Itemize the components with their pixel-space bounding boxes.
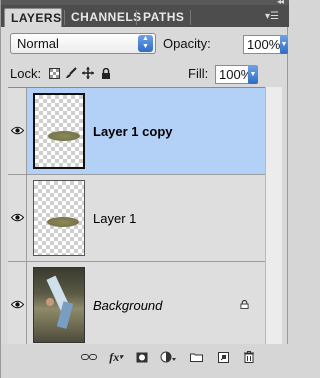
visibility-toggle[interactable] (8, 88, 27, 174)
opacity-label: Opacity: (163, 36, 211, 51)
lock-all-icon[interactable] (100, 67, 112, 79)
fill-field[interactable]: 100% (215, 65, 252, 84)
fx-icon[interactable]: fx ▾ (107, 350, 125, 364)
tab-channels[interactable]: CHANNELS (65, 8, 141, 27)
tab-divider (190, 10, 191, 25)
layer-thumbnail (33, 267, 85, 343)
visibility-toggle[interactable] (8, 175, 27, 261)
layer-lock-icon (240, 300, 249, 309)
blend-mode-value: Normal (17, 36, 59, 51)
layer-content-preview (47, 217, 79, 227)
layers-panel: ◂◂ LAYERS CHANNELS PATHS ▾☰ Normal ▲ ▼ Op… (0, 0, 289, 378)
lock-transparent-pixels-icon[interactable] (48, 67, 60, 79)
layer-name[interactable]: Background (93, 298, 162, 313)
visibility-toggle[interactable] (8, 262, 27, 344)
blend-mode-select[interactable]: Normal ▲ ▼ (10, 33, 156, 54)
blend-mode-stepper-icon[interactable]: ▲ ▼ (138, 35, 153, 52)
layer-name[interactable]: Layer 1 (93, 211, 136, 226)
delete-layer-icon[interactable] (243, 350, 255, 364)
fill-label: Fill: (188, 66, 209, 81)
tab-paths[interactable]: PATHS (137, 8, 189, 27)
link-layers-icon[interactable] (81, 350, 97, 364)
eye-icon (11, 300, 24, 309)
lock-image-pixels-icon[interactable] (65, 67, 77, 79)
layer-row-layer-1-copy[interactable]: Layer 1 copy (8, 88, 265, 175)
layer-content-preview (48, 131, 80, 141)
layer-thumbnail (33, 93, 85, 169)
layer-row-background[interactable]: Background (8, 262, 265, 344)
layers-list: Layer 1 copy Layer 1 Background (8, 87, 265, 345)
layer-thumbnail (33, 180, 85, 256)
layer-row-layer-1[interactable]: Layer 1 (8, 175, 265, 262)
eye-icon (11, 213, 24, 222)
photo-detail (46, 298, 54, 306)
fx-dropdown-icon: ▾ (119, 353, 123, 361)
fill-dropdown-button[interactable]: ▼ (248, 65, 258, 84)
panel-menu-icon[interactable]: ▾☰ (265, 11, 279, 23)
adjustment-layer-icon[interactable] (159, 350, 177, 364)
new-group-icon[interactable] (189, 350, 203, 364)
tab-layers[interactable]: LAYERS (4, 8, 62, 27)
opacity-dropdown-button[interactable]: ▼ (280, 35, 288, 54)
eye-icon (11, 126, 24, 135)
add-layer-mask-icon[interactable] (135, 350, 149, 364)
fx-label: fx (109, 349, 120, 364)
new-layer-icon[interactable] (217, 350, 229, 364)
layers-scrollbar[interactable] (265, 87, 282, 345)
layer-name[interactable]: Layer 1 copy (93, 124, 173, 139)
lock-label: Lock: (10, 66, 42, 81)
lock-position-icon[interactable] (82, 67, 94, 79)
opacity-field[interactable]: 100% (243, 35, 282, 54)
